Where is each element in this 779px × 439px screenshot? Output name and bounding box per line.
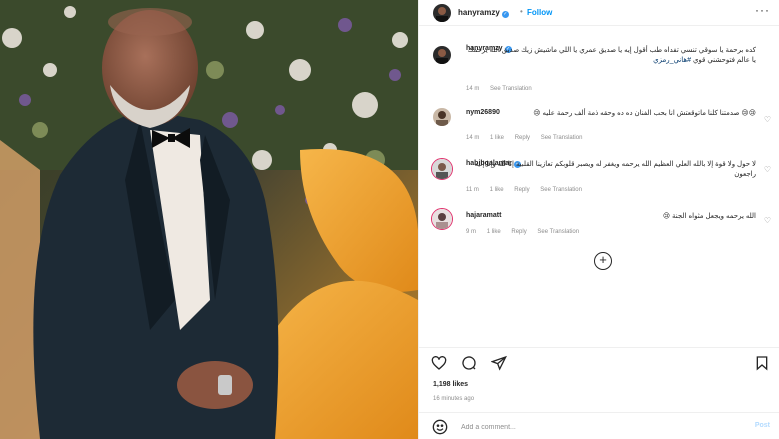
more-options-icon[interactable]: ···: [755, 3, 770, 17]
caption-comment: hanyramzy ✓ كده برحمة يا سوقي تنسي تفداه …: [419, 40, 779, 96]
reply-button[interactable]: Reply: [514, 187, 529, 193]
author-avatar[interactable]: [433, 4, 451, 22]
comment-item: nym26890 😢😢 صدمتنا كلنا ماتوقعتش انا بحب…: [419, 106, 779, 146]
comment-avatar[interactable]: [431, 158, 453, 180]
comment-avatar[interactable]: [433, 46, 451, 64]
comment-time: 14 m: [466, 135, 480, 141]
load-more-comments-icon[interactable]: +: [594, 252, 612, 270]
author-username[interactable]: hanyramzy ✓: [458, 8, 509, 18]
comment-like-count[interactable]: 1 like: [490, 135, 504, 141]
comment-like-heart-icon[interactable]: ♡: [764, 165, 771, 174]
comment-text: لا حول ولا قوة إلا بالله العلي العظيم ال…: [474, 161, 756, 178]
comment-time: 9 m: [466, 229, 477, 235]
comment-meta: 9 m 1 like Reply See Translation: [466, 229, 588, 235]
post-details-panel: hanyramzy ✓ • Follow ··· hanyramzy ✓ كده ب…: [418, 0, 779, 439]
comment-meta: 11 m 1 like Reply See Translation: [466, 187, 591, 193]
comment-like-count[interactable]: 1 like: [487, 229, 501, 235]
comment-text: 😢😢 صدمتنا كلنا ماتوقعتش انا بحب الفنان د…: [533, 110, 756, 117]
heart-icon[interactable]: [431, 355, 447, 371]
comment-avatar[interactable]: [433, 108, 451, 126]
comment-meta: 14 m 1 like Reply See Translation: [466, 135, 591, 141]
see-translation-link[interactable]: See Translation: [490, 86, 532, 92]
bookmark-icon[interactable]: [754, 355, 770, 371]
comment-input[interactable]: [461, 420, 731, 434]
post-header: hanyramzy ✓ • Follow ···: [419, 0, 779, 26]
comment-meta: 14 m See Translation: [466, 86, 541, 92]
see-translation-link[interactable]: See Translation: [540, 187, 582, 193]
comment-avatar[interactable]: [431, 208, 453, 230]
post-image: [0, 0, 418, 439]
comment-item: hajaramatt الله يرحمه ويجعل مثواه الجنة …: [419, 207, 779, 241]
comment-like-count[interactable]: 1 like: [490, 187, 504, 193]
follow-button[interactable]: Follow: [527, 8, 552, 17]
comment-text: كده برحمة يا سوقي تنسي تفداه طب أقول إيه…: [466, 46, 756, 66]
see-translation-link[interactable]: See Translation: [537, 229, 579, 235]
comment-text-content: كده برحمة يا سوقي تنسي تفداه طب أقول إيه…: [467, 47, 756, 64]
see-translation-link[interactable]: See Translation: [541, 135, 583, 141]
comment-text: الله يرحمه ويجعل مثواه الجنة 😢: [662, 213, 756, 220]
post-comment-button[interactable]: Post: [755, 422, 770, 429]
comment-like-heart-icon[interactable]: ♡: [764, 115, 771, 124]
instagram-post-view: hanyramzy ✓ • Follow ··· hanyramzy ✓ كده ب…: [0, 0, 779, 439]
comment-time: 11 m: [466, 187, 479, 193]
emoji-icon[interactable]: [432, 419, 448, 435]
reply-button[interactable]: Reply: [515, 135, 530, 141]
hashtag-link[interactable]: #هاني_رمزي: [653, 57, 691, 64]
post-photo[interactable]: [0, 0, 418, 439]
comment-item: habibgalantar ✓ لا حول ولا قوة إلا بالله …: [419, 157, 779, 197]
post-action-bar: [419, 347, 779, 375]
post-timestamp: 16 minutes ago: [433, 396, 475, 402]
likes-count[interactable]: 1,198 likes: [433, 381, 468, 388]
comment-time: 14 m: [466, 86, 480, 92]
verified-badge-icon: ✓: [501, 11, 509, 18]
add-comment-bar: Post: [419, 412, 779, 439]
header-separator: •: [520, 7, 523, 16]
share-icon[interactable]: [491, 355, 507, 371]
comment-icon[interactable]: [461, 355, 477, 371]
comment-like-heart-icon[interactable]: ♡: [764, 216, 771, 225]
author-username-text: hanyramzy: [458, 8, 500, 17]
reply-button[interactable]: Reply: [511, 229, 526, 235]
